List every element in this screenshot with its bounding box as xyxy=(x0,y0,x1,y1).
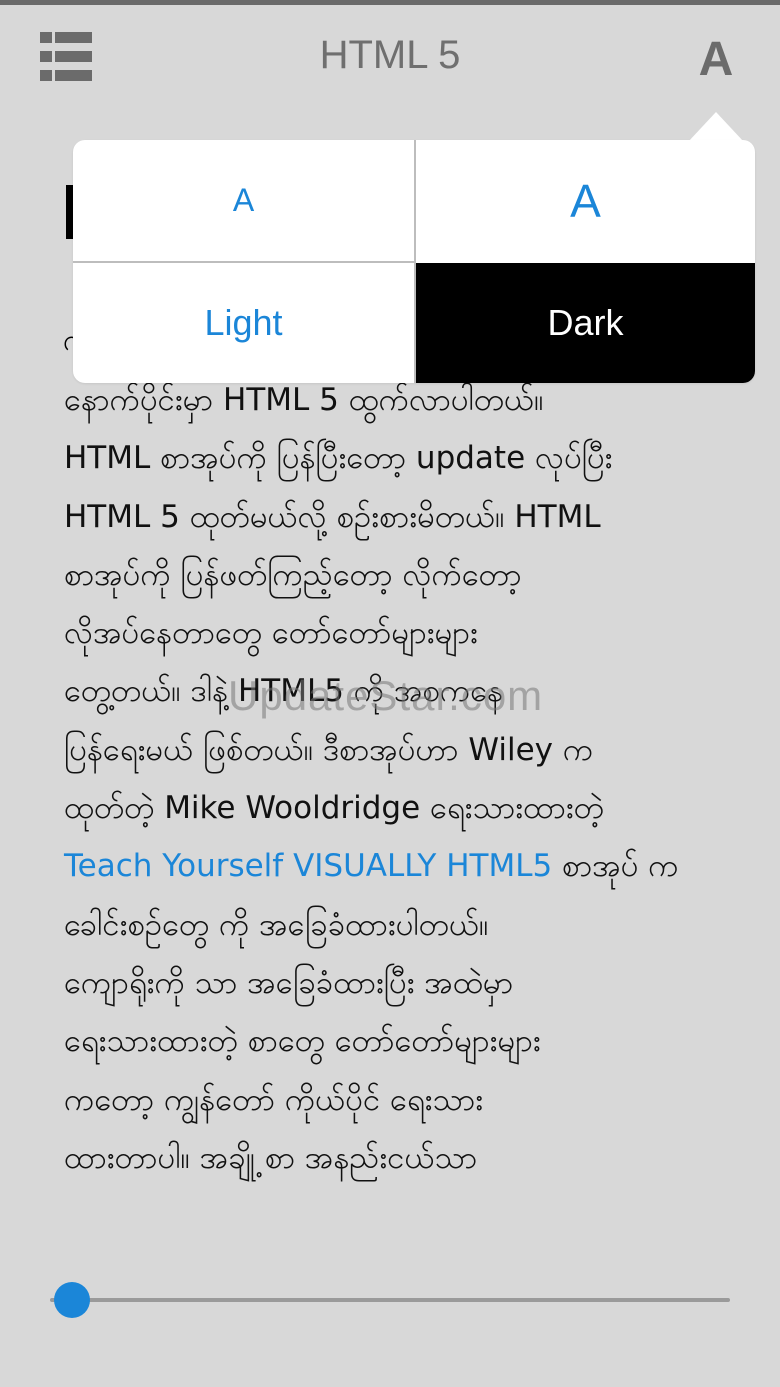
font-settings-popover: A A Light Dark xyxy=(73,140,755,383)
book-link[interactable]: Teach Yourself VISUALLY HTML5 xyxy=(64,848,552,884)
increase-font-button[interactable]: A xyxy=(416,140,755,261)
popover-arrow xyxy=(688,112,744,142)
decrease-font-button[interactable]: A xyxy=(73,140,414,261)
text-line-with-link: Teach Yourself VISUALLY HTML5 စာအုပ် က xyxy=(64,837,724,895)
text-line: ပြန်ရေးမယ် ဖြစ်တယ်။ ဒီစာအုပ်ဟာ Wiley က xyxy=(64,731,594,768)
divider xyxy=(73,261,414,263)
text-line: HTML စာအုပ်ကို ပြန်ပြီးတော့ update လုပ်ပ… xyxy=(64,440,613,477)
divider xyxy=(414,140,416,383)
text-line: ရေးသားထားတဲ့ စာတွေ တော်တော်များများ xyxy=(64,1023,541,1060)
dark-theme-button[interactable]: Dark xyxy=(416,263,755,383)
text-line: ခေါင်းစဉ်တွေ ကို အခြေခံထားပါတယ်။ xyxy=(64,906,489,943)
slider-track xyxy=(50,1298,730,1302)
text-fragment: စာအုပ် က xyxy=(552,848,679,885)
text-line: လိုအပ်နေတာတွေ တော်တော်များများ xyxy=(64,615,478,652)
text-line: ထုတ်တဲ့ Mike Wooldridge ရေးသားထားတဲ့ xyxy=(64,790,604,827)
reading-content: နောက်ပိုင်းမှာ HTML 5 ထွက်လာပါတယ်။ HTML … xyxy=(64,371,724,1187)
light-theme-button[interactable]: Light xyxy=(73,263,414,383)
book-title: HTML 5 xyxy=(319,33,461,77)
text-line: ထားတာပါ။ အချို့ စာ အနည်းငယ်သာ xyxy=(64,1139,478,1176)
text-line: HTML 5 ထုတ်မယ်လို့ စဉ်းစားမိတယ်။ HTML xyxy=(64,498,601,535)
text-line: ကတော့ ကျွန်တော် ကိုယ်ပိုင် ရေးသား xyxy=(64,1081,484,1118)
header-bar: HTML 5 A xyxy=(0,5,780,105)
slider-thumb[interactable] xyxy=(54,1282,90,1318)
text-line: ကျောရိုးကို သာ အခြေခံထားပြီး အထဲမှာ xyxy=(64,964,514,1001)
text-line: စာအုပ်ကို ပြန်ဖတ်ကြည့်တော့ လိုက်တော့ xyxy=(64,556,522,593)
text-line: တွေ့တယ်။ ဒါနဲ့ HTML5 ကို အစကနေ xyxy=(64,673,504,710)
font-settings-icon[interactable]: A xyxy=(694,35,738,85)
page-progress-slider[interactable] xyxy=(50,1280,732,1320)
